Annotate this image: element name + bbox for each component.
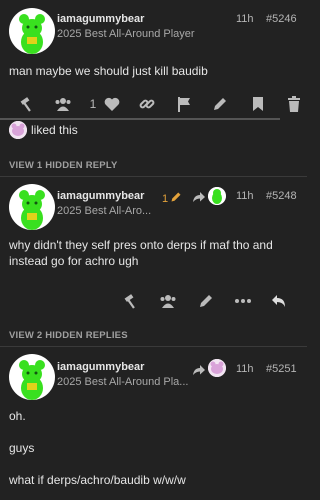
user-title: 2025 Best All-Around Pla... xyxy=(57,376,189,388)
avatar[interactable] xyxy=(9,354,55,400)
bookmark-icon[interactable] xyxy=(247,93,269,115)
user-title: 2025 Best All-Aro... xyxy=(57,205,152,217)
post-body-line: man maybe we should just kill baudib xyxy=(9,64,208,78)
edit-indicator[interactable]: 1 xyxy=(162,190,182,208)
hammer-icon[interactable] xyxy=(120,290,142,312)
share-arrow-icon[interactable] xyxy=(192,190,206,208)
pencil-icon[interactable] xyxy=(195,290,217,312)
post-number[interactable]: #5246 xyxy=(266,13,297,25)
users-icon[interactable] xyxy=(52,93,74,115)
view-hidden-reply-link[interactable]: VIEW 1 HIDDEN REPLY xyxy=(9,160,118,171)
flag-icon[interactable] xyxy=(173,93,195,115)
post-number[interactable]: #5251 xyxy=(266,363,297,375)
post-body-line: oh. xyxy=(9,409,26,423)
post-time[interactable]: 11h xyxy=(236,190,254,202)
avatar[interactable] xyxy=(9,184,55,230)
section-divider xyxy=(0,346,307,347)
liker-avatar[interactable] xyxy=(9,121,27,139)
post-body-line: why didn't they self pres onto derps if … xyxy=(9,238,273,252)
users-icon[interactable] xyxy=(157,290,179,312)
post-divider xyxy=(0,118,280,120)
post-body-line: instead go for achro ugh xyxy=(9,254,139,268)
username[interactable]: iamagummybear xyxy=(57,361,144,373)
liked-by-row: liked this xyxy=(9,121,78,139)
ellipsis-icon[interactable] xyxy=(232,290,254,312)
trash-icon[interactable] xyxy=(283,93,305,115)
share-arrow-icon[interactable] xyxy=(192,363,206,381)
pencil-icon[interactable] xyxy=(209,93,231,115)
like-count[interactable]: 1 xyxy=(87,93,99,115)
edit-count: 1 xyxy=(162,193,169,205)
username[interactable]: iamagummybear xyxy=(57,190,144,202)
pencil-icon xyxy=(170,190,182,208)
view-hidden-replies-link[interactable]: VIEW 2 HIDDEN REPLIES xyxy=(9,330,128,341)
post-time[interactable]: 11h xyxy=(236,363,254,375)
reply-icon[interactable] xyxy=(268,290,290,312)
reply-to-avatar[interactable] xyxy=(208,359,226,377)
post-number[interactable]: #5248 xyxy=(266,190,297,202)
post-actions xyxy=(0,290,307,312)
heart-icon[interactable] xyxy=(102,93,122,115)
avatar[interactable] xyxy=(9,8,55,54)
post-time[interactable]: 11h xyxy=(236,13,254,25)
link-icon[interactable] xyxy=(136,93,158,115)
post-body-line: what if derps/achro/baudib w/w/w xyxy=(9,473,186,487)
post-body: why didn't they self pres onto derps if … xyxy=(9,237,273,269)
liked-by-text: liked this xyxy=(31,123,78,137)
section-divider xyxy=(0,176,307,177)
hammer-icon[interactable] xyxy=(16,93,38,115)
post-body-line: guys xyxy=(9,441,35,455)
post-actions: 1 xyxy=(0,93,307,115)
username[interactable]: iamagummybear xyxy=(57,13,144,25)
post-body: man maybe we should just kill baudib xyxy=(9,63,208,79)
reply-to-avatar[interactable] xyxy=(208,187,226,205)
user-title: 2025 Best All-Around Player xyxy=(57,28,195,40)
